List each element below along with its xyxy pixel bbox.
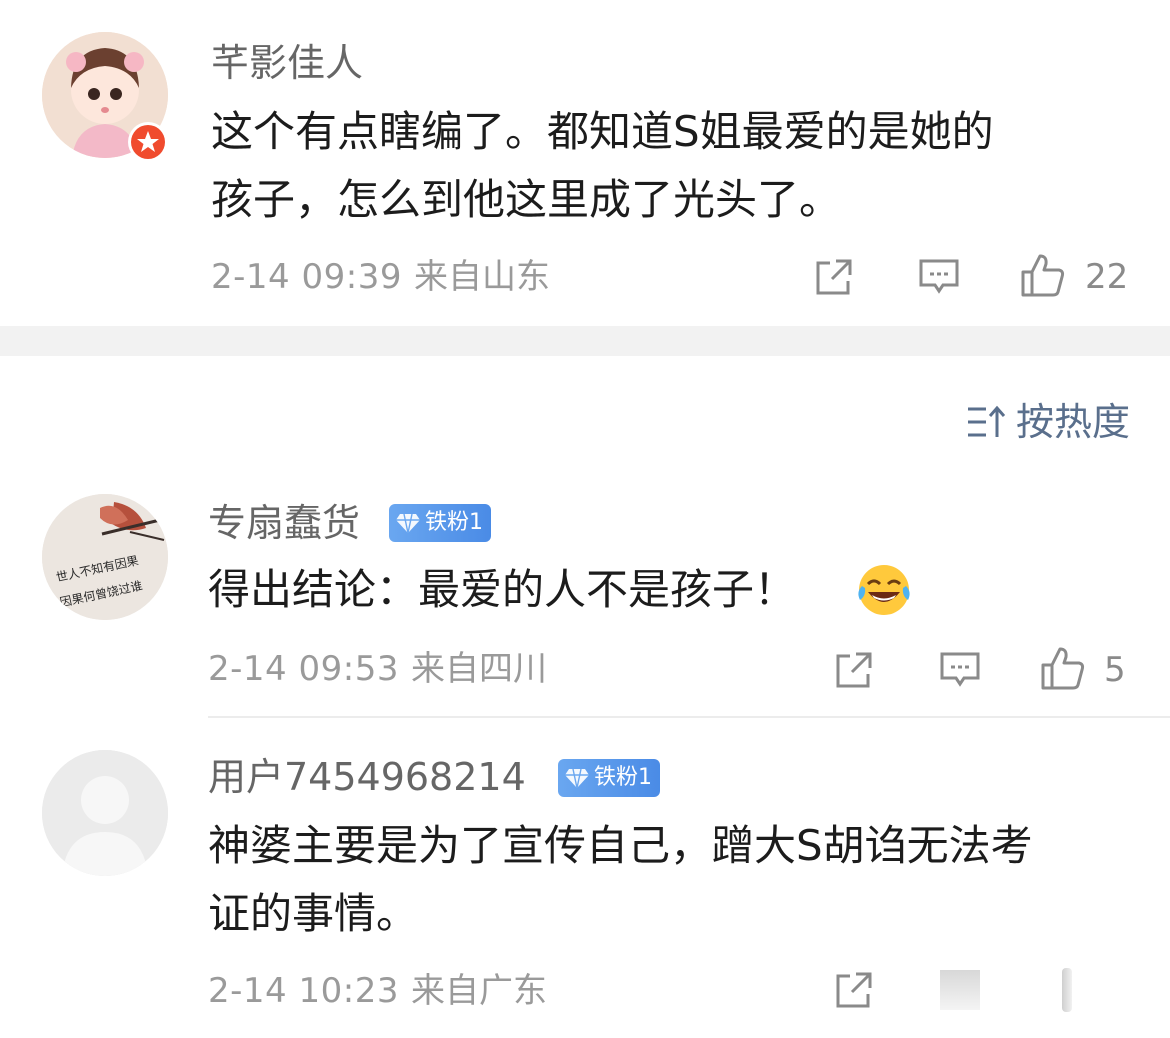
sort-label: 按热度 [1016, 400, 1131, 444]
share-icon[interactable] [832, 968, 876, 1012]
avatar[interactable] [42, 750, 168, 876]
comment-meta: 2-14 09:39 来自山东 [211, 260, 550, 294]
share-icon[interactable] [832, 648, 876, 692]
comment-text: 得出结论：最爱的人不是孩子！ [208, 556, 858, 624]
location: 来自广东 [410, 971, 547, 1011]
location: 来自四川 [410, 649, 547, 689]
avatar[interactable]: 世人不知有因果 因果何曾饶过谁 [42, 494, 168, 620]
comment-line: 神婆主要是为了宣传自己，蹭大S胡诌无法考 [208, 821, 1033, 870]
comment-text: 这个有点瞎编了。都知道S姐最爱的是她的 孩子，怎么到他这里成了光头了。 [211, 98, 1131, 234]
like-count: 22 [1085, 257, 1129, 297]
comment-icon[interactable] [937, 648, 983, 692]
badge-label: 铁粉1 [425, 510, 483, 535]
timestamp: 2-14 10:23 [208, 971, 399, 1011]
section-divider [0, 326, 1170, 356]
sort-by-hot-button[interactable]: 按热度 [966, 403, 1130, 441]
share-icon[interactable] [812, 255, 856, 299]
fan-level-badge[interactable]: 铁粉1 [558, 759, 660, 797]
username[interactable]: 专扇蠢货 [208, 504, 360, 542]
timestamp: 2-14 09:53 [208, 649, 399, 689]
laughing-crying-emoji [856, 562, 912, 618]
comment-icon[interactable] [940, 970, 980, 1010]
diamond-icon [396, 513, 420, 534]
thumbs-up-icon[interactable] [1062, 968, 1072, 1012]
comment-line: 这个有点瞎编了。都知道S姐最爱的是她的 [211, 107, 994, 156]
username[interactable]: 芊影佳人 [211, 44, 363, 82]
verified-badge-icon [128, 122, 168, 162]
thumbs-up-icon[interactable] [1038, 643, 1088, 693]
comment-icon[interactable] [916, 255, 962, 299]
username[interactable]: 用户7454968214 [208, 758, 526, 796]
comment-line: 孩子，怎么到他这里成了光头了。 [211, 175, 842, 224]
sort-icon [968, 405, 1006, 437]
comment-line: 证的事情。 [208, 889, 419, 938]
comment-separator [208, 716, 1170, 718]
comment-meta: 2-14 10:23 来自广东 [208, 974, 547, 1008]
comment-text: 神婆主要是为了宣传自己，蹭大S胡诌无法考 证的事情。 [208, 812, 1138, 948]
timestamp: 2-14 09:39 [211, 257, 402, 297]
like-count: 5 [1104, 650, 1126, 690]
fan-level-badge[interactable]: 铁粉1 [389, 504, 491, 542]
comment-meta: 2-14 09:53 来自四川 [208, 652, 547, 686]
location: 来自山东 [413, 257, 550, 297]
comment-line: 得出结论：最爱的人不是孩子！ [208, 565, 797, 614]
thumbs-up-icon[interactable] [1018, 250, 1068, 300]
diamond-icon [565, 768, 589, 789]
badge-label: 铁粉1 [594, 765, 652, 790]
